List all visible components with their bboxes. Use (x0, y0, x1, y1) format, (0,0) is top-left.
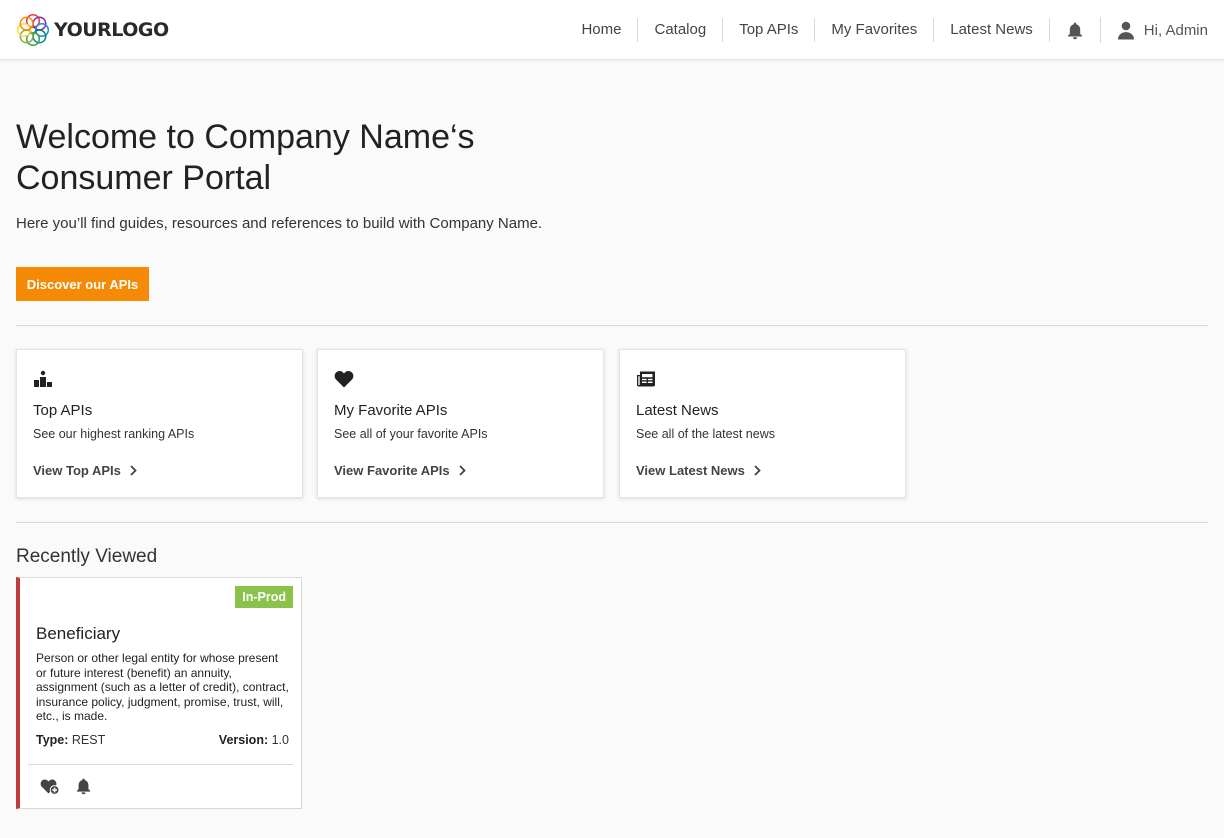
card-description: See all of your favorite APIs (334, 427, 488, 441)
logo[interactable]: YOURLOGO (16, 12, 169, 48)
api-card-beneficiary[interactable]: In-Prod Beneficiary Person or other lega… (16, 577, 302, 809)
page-title: Welcome to Company Name‘s Consumer Porta… (16, 118, 475, 197)
chevron-right-icon (458, 465, 466, 476)
section-divider (16, 325, 1208, 326)
status-badge: In-Prod (235, 586, 293, 608)
api-meta: Type: REST Version: 1.0 (36, 733, 289, 747)
subscribe-button[interactable] (75, 777, 92, 795)
api-name: Beneficiary (36, 624, 121, 643)
api-version-value: 1.0 (271, 733, 289, 747)
card-link-label: View Favorite APIs (334, 463, 450, 478)
card-link-label: View Top APIs (33, 463, 121, 478)
api-type: Type: REST (36, 733, 105, 747)
logo-mark-icon (16, 13, 50, 47)
add-favorite-button[interactable] (40, 778, 60, 795)
card-title: My Favorite APIs (334, 402, 448, 419)
top-header: YOURLOGO Home Catalog Top APIs My Favori… (0, 0, 1224, 60)
api-description: Person or other legal entity for whose p… (36, 651, 289, 724)
user-icon (1117, 21, 1134, 39)
chevron-right-icon (754, 465, 761, 476)
user-menu[interactable]: Hi, Admin (1101, 17, 1208, 43)
view-latest-news-link[interactable]: View Latest News (636, 463, 761, 478)
favorite-add-icon (40, 779, 60, 795)
card-description: See all of the latest news (636, 427, 775, 441)
api-type-label: Type: (36, 733, 69, 747)
podium-icon (33, 370, 53, 393)
card-favorite-apis: My Favorite APIs See all of your favorit… (317, 349, 604, 498)
user-greeting: Hi, Admin (1143, 21, 1208, 39)
chevron-right-icon (130, 465, 137, 476)
notifications-button[interactable] (1050, 17, 1101, 43)
card-title: Top APIs (33, 402, 93, 419)
logo-text: YOURLOGO (54, 19, 169, 41)
card-link-label: View Latest News (636, 463, 745, 478)
api-type-value: REST (71, 733, 106, 747)
heart-icon (334, 370, 354, 393)
nav-my-favorites[interactable]: My Favorites (815, 18, 935, 42)
card-title: Latest News (636, 402, 719, 419)
nav-home[interactable]: Home (565, 18, 639, 42)
card-description: See our highest ranking APIs (33, 427, 195, 441)
card-top-apis: Top APIs See our highest ranking APIs Vi… (16, 349, 303, 498)
api-version: Version: 1.0 (219, 733, 289, 747)
newspaper-icon (636, 370, 656, 393)
card-divider (28, 764, 293, 765)
discover-apis-button[interactable]: Discover our APIs (16, 267, 149, 301)
nav-top-apis[interactable]: Top APIs (723, 18, 816, 42)
card-latest-news: Latest News See all of the latest news V… (619, 349, 906, 498)
main-nav: Home Catalog Top APIs My Favorites Lates… (565, 0, 1208, 60)
nav-latest-news[interactable]: Latest News (934, 18, 1050, 42)
api-version-label: Version: (218, 733, 269, 747)
view-top-apis-link[interactable]: View Top APIs (33, 463, 137, 478)
nav-catalog[interactable]: Catalog (638, 18, 724, 42)
section-divider (16, 522, 1208, 523)
api-actions (40, 777, 92, 795)
bell-icon (76, 778, 91, 795)
view-favorite-apis-link[interactable]: View Favorite APIs (334, 463, 466, 478)
recently-viewed-heading: Recently Viewed (16, 546, 158, 567)
bell-icon (1067, 22, 1082, 39)
page-subtitle: Here you’ll find guides, resources and r… (16, 215, 543, 232)
